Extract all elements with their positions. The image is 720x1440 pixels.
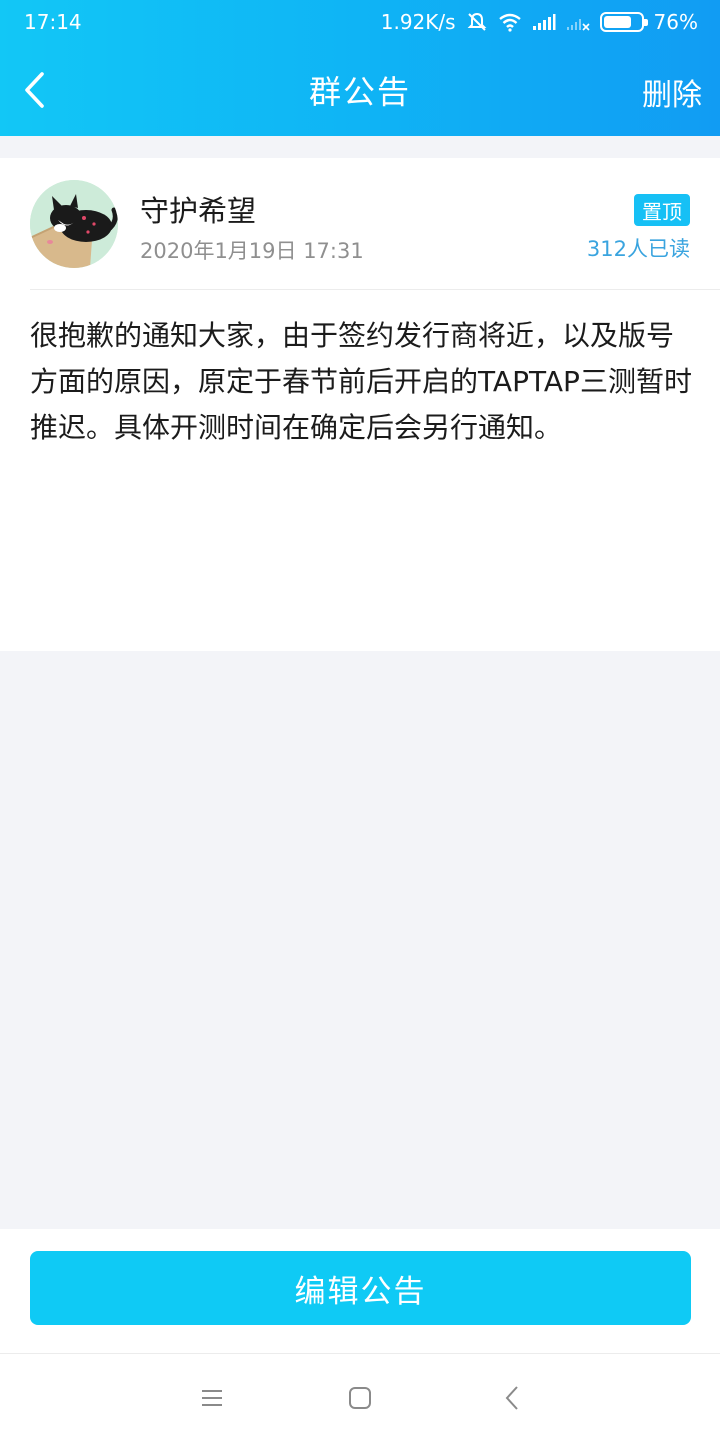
mute-icon xyxy=(466,11,488,33)
system-back-button[interactable] xyxy=(494,1382,530,1414)
divider xyxy=(30,289,720,290)
home-icon xyxy=(349,1387,371,1409)
status-bar: 17:14 1.92K/s 76% xyxy=(0,0,720,44)
menu-button[interactable] xyxy=(194,1382,230,1414)
back-button[interactable] xyxy=(14,68,54,112)
post-timestamp: 2020年1月19日 17:31 xyxy=(140,239,364,263)
signal-icon xyxy=(532,13,556,31)
header: 17:14 1.92K/s 76% 群公告 删除 xyxy=(0,0,720,136)
home-button[interactable] xyxy=(342,1382,378,1414)
battery-icon xyxy=(599,12,648,32)
pin-badge: 置顶 xyxy=(634,194,690,226)
author-row: 守护希望 2020年1月19日 17:31 置顶 312人已读 xyxy=(0,158,720,289)
delete-button[interactable]: 删除 xyxy=(642,70,702,114)
battery-percent: 76% xyxy=(653,10,698,34)
status-time: 17:14 xyxy=(24,10,82,34)
battery-level xyxy=(603,16,631,28)
wifi-icon xyxy=(498,12,522,32)
bottom-action-bar: 编辑公告 xyxy=(0,1229,720,1353)
title-bar: 群公告 删除 xyxy=(0,44,720,136)
back-arrow-icon xyxy=(25,72,44,108)
system-nav-bar xyxy=(0,1353,720,1440)
author-name[interactable]: 守护希望 xyxy=(140,188,256,230)
cat-avatar-icon xyxy=(30,180,118,268)
status-right: 1.92K/s 76% xyxy=(381,10,698,34)
announcement-card: 守护希望 2020年1月19日 17:31 置顶 312人已读 很抱歉的通知大家… xyxy=(0,158,720,651)
avatar[interactable] xyxy=(30,180,118,268)
back-icon xyxy=(505,1386,518,1410)
announcement-body: 很抱歉的通知大家，由于签约发行商将近，以及版号方面的原因，原定于春节前后开启的T… xyxy=(30,319,692,444)
edit-announcement-button[interactable]: 编辑公告 xyxy=(30,1251,691,1325)
menu-icon xyxy=(202,1390,222,1406)
page-title: 群公告 xyxy=(308,73,411,111)
network-speed: 1.92K/s xyxy=(380,10,456,34)
read-count-link[interactable]: 312人已读 xyxy=(587,233,690,263)
no-signal-icon xyxy=(566,13,590,31)
